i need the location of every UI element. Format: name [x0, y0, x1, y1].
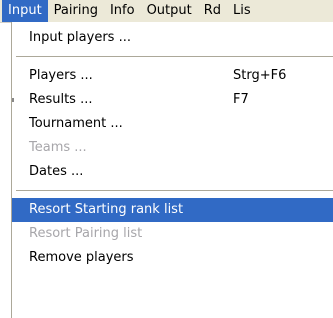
menu-item-input-players[interactable]: Input players ... — [12, 26, 333, 50]
menu-item-remove-players[interactable]: Remove players — [12, 246, 333, 270]
menu-output[interactable]: Output — [141, 0, 198, 22]
menu-item-shortcut: Strg+F6 — [233, 68, 287, 83]
menu-info[interactable]: Info — [104, 0, 141, 22]
menu-lists[interactable]: Lis — [227, 0, 257, 22]
menu-item-label: Input players ... — [29, 30, 131, 45]
menu-separator — [16, 56, 333, 57]
menu-item-players[interactable]: Players ... Strg+F6 — [12, 64, 333, 88]
menu-item-label: Dates ... — [29, 164, 84, 179]
menu-separator — [16, 190, 333, 191]
menu-item-teams: Teams ... — [12, 136, 333, 160]
menu-item-resort-pairing-list: Resort Pairing list — [12, 222, 333, 246]
input-dropdown-menu: Input players ... Players ... Strg+F6 Re… — [11, 22, 333, 318]
menu-item-label: Results ... — [29, 92, 93, 107]
menu-item-label: Resort Pairing list — [29, 226, 143, 241]
menu-item-dates[interactable]: Dates ... — [12, 160, 333, 184]
menu-item-label: Players ... — [29, 68, 93, 83]
menu-item-label: Remove players — [29, 250, 134, 265]
menu-input[interactable]: Input — [2, 0, 48, 22]
menu-bar: Input Pairing Info Output Rd Lis — [0, 0, 333, 23]
menu-item-label: Resort Starting rank list — [29, 202, 184, 217]
menu-item-resort-starting-rank-list[interactable]: Resort Starting rank list — [12, 198, 333, 222]
menu-item-label: Tournament ... — [29, 116, 123, 131]
menu-item-results[interactable]: Results ... F7 — [12, 88, 333, 112]
menu-pairing[interactable]: Pairing — [48, 0, 104, 22]
menu-rd[interactable]: Rd — [198, 0, 227, 22]
menu-item-tournament[interactable]: Tournament ... — [12, 112, 333, 136]
menu-item-shortcut: F7 — [233, 92, 249, 107]
menu-item-label: Teams ... — [29, 140, 87, 155]
